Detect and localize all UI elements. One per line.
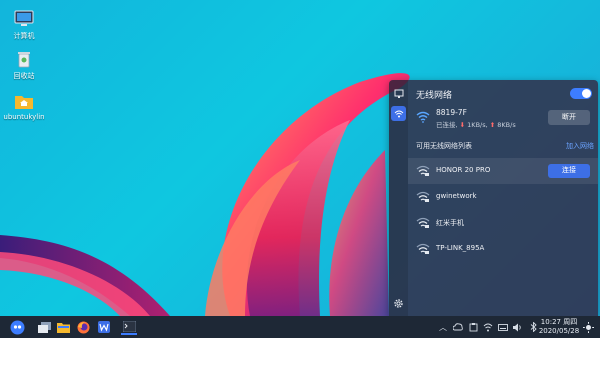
current-network-status: 已连接, ⬇ 1KB/s, ⬆ 8KB/s [436,121,516,129]
wired-network-icon [394,89,403,98]
clipboard-icon[interactable] [468,322,478,332]
add-network-link[interactable]: 加入网络 [566,141,594,151]
wifi-toggle[interactable] [570,88,592,99]
tray-expand-icon[interactable]: ︿ [438,322,448,332]
toggle-knob [582,89,591,98]
available-networks-label: 可用无线网络列表 [416,142,472,150]
gear-icon [394,299,403,308]
wifi-locked-icon [416,243,430,254]
trash-icon [18,52,30,68]
wifi-signal-icon [416,111,430,123]
desktop-icon-trash[interactable]: 回收站 [0,50,48,81]
wireless-network-tab[interactable] [391,106,406,121]
network-item[interactable]: HONOR 20 PRO 连接 [408,158,598,184]
desktop-icon-home[interactable]: ubuntukylin [0,92,48,121]
start-menu-icon [10,320,24,334]
computer-icon [14,10,34,26]
wifi-locked-icon [416,191,430,202]
desktop-icon-label: 计算机 [13,32,35,40]
keyboard-icon[interactable] [498,322,508,332]
cloud-sync-icon[interactable] [453,322,463,332]
sun-icon [582,321,594,333]
taskbar: ︿ 10:27 周四 2020/05/28 [0,316,600,338]
panel-sidebar [389,80,408,316]
network-item[interactable]: TP-LINK_895A [408,236,598,262]
network-settings-button[interactable] [391,296,406,311]
wps-writer-button[interactable] [96,319,112,335]
terminal-icon [122,320,136,332]
network-name: TP-LINK_895A [436,244,485,252]
wifi-locked-icon [416,217,430,228]
wps-writer-icon [98,321,110,333]
upload-arrow-icon: ⬆ [489,121,496,129]
night-mode-button[interactable] [580,319,596,335]
disconnect-button[interactable]: 断开 [548,110,590,125]
wired-network-tab[interactable] [391,86,406,101]
network-name: HONOR 20 PRO [436,166,491,174]
network-item[interactable]: 红米手机 [408,210,598,236]
panel-content: 无线网络 8819-7F 已连接, ⬇ 1KB/s, ⬆ 8KB/s 断开 可用… [408,80,598,316]
download-rate: 1KB/s [467,121,486,129]
network-tray-icon[interactable] [483,322,493,332]
multitask-view-button[interactable] [36,319,52,335]
file-manager-button[interactable] [55,319,71,335]
wireless-network-panel: 无线网络 8819-7F 已连接, ⬇ 1KB/s, ⬆ 8KB/s 断开 可用… [389,80,598,316]
terminal-button[interactable] [121,319,137,335]
home-folder-icon [15,96,33,109]
volume-icon[interactable] [513,322,523,332]
firefox-icon [77,321,89,333]
connect-button[interactable]: 连接 [548,164,590,178]
upload-rate: 8KB/s [497,121,516,129]
firefox-button[interactable] [75,319,91,335]
multitask-view-icon [37,321,51,333]
wifi-locked-icon [416,165,430,176]
desktop-icon-label: 回收站 [13,72,35,80]
start-menu-button[interactable] [9,319,25,335]
system-tray: ︿ [438,316,538,338]
network-name: gwinetwork [436,192,477,200]
network-item[interactable]: gwinetwork [408,184,598,210]
folder-icon [56,322,70,333]
connection-status: 已连接 [436,121,456,129]
current-network-name: 8819-7F [436,108,467,117]
network-name: 红米手机 [436,219,464,227]
panel-title: 无线网络 [416,91,453,101]
desktop-icon-label: ubuntukylin [3,113,45,121]
wifi-icon [394,110,403,117]
download-arrow-icon: ⬇ [459,121,466,129]
desktop-icon-computer[interactable]: 计算机 [0,10,48,41]
